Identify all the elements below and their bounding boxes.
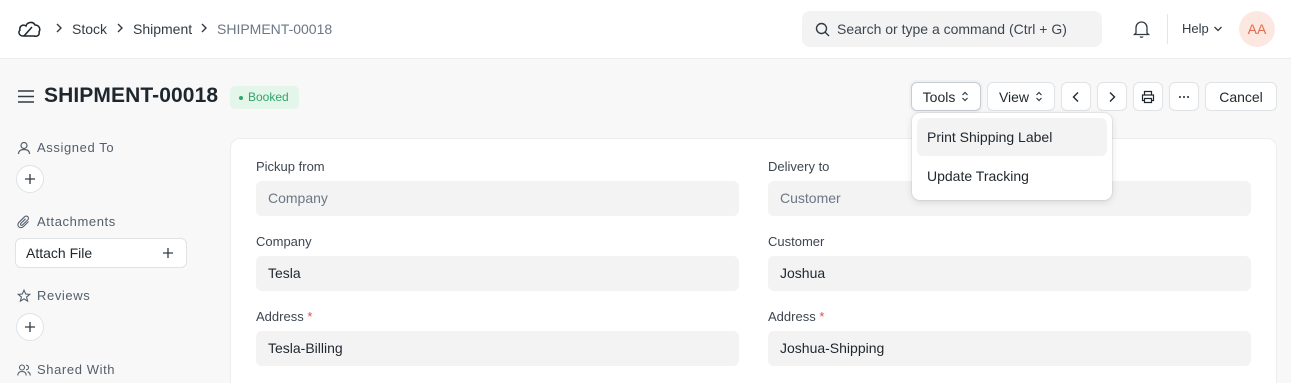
star-icon bbox=[17, 289, 31, 303]
plus-icon bbox=[163, 248, 173, 258]
add-review-button[interactable] bbox=[16, 313, 44, 341]
page-title: SHIPMENT-00018 bbox=[44, 84, 219, 107]
plus-icon bbox=[25, 174, 35, 184]
attachments-label: Attachments bbox=[37, 214, 116, 229]
navbar: Stock Shipment SHIPMENT-00018 Help AA bbox=[0, 0, 1291, 59]
required-mark: * bbox=[307, 309, 313, 324]
select-arrows-icon bbox=[962, 91, 969, 102]
plus-icon bbox=[25, 322, 35, 332]
view-button[interactable]: View bbox=[987, 82, 1055, 111]
company-field[interactable]: Tesla bbox=[256, 256, 739, 291]
reviews-label: Reviews bbox=[37, 288, 91, 303]
add-assignee-button[interactable] bbox=[16, 165, 44, 193]
pickup-from-label: Pickup from bbox=[256, 159, 325, 174]
previous-record-button[interactable] bbox=[1061, 82, 1091, 111]
required-mark: * bbox=[819, 309, 825, 324]
more-horizontal-icon bbox=[1179, 95, 1189, 98]
breadcrumb-current[interactable]: SHIPMENT-00018 bbox=[217, 21, 332, 37]
printer-icon bbox=[1141, 90, 1155, 103]
chevron-down-icon[interactable] bbox=[1213, 25, 1223, 33]
paperclip-icon bbox=[17, 215, 29, 229]
pickup-address-label-text: Address bbox=[256, 309, 304, 324]
delivery-address-field[interactable]: Joshua-Shipping bbox=[768, 331, 1251, 366]
cancel-button-label: Cancel bbox=[1219, 88, 1263, 105]
chevron-right-icon bbox=[56, 23, 62, 33]
notification-bell-icon[interactable] bbox=[1132, 19, 1151, 39]
search-input[interactable] bbox=[837, 11, 1092, 47]
attach-file-label: Attach File bbox=[26, 245, 93, 261]
company-label: Company bbox=[256, 234, 312, 249]
users-icon bbox=[17, 364, 31, 376]
pickup-address-field[interactable]: Tesla-Billing bbox=[256, 331, 739, 366]
customer-field[interactable]: Joshua bbox=[768, 256, 1251, 291]
more-actions-button[interactable] bbox=[1169, 82, 1199, 111]
status-badge: Booked bbox=[230, 86, 299, 109]
user-avatar[interactable]: AA bbox=[1239, 11, 1275, 47]
tools-button[interactable]: Tools bbox=[911, 82, 981, 111]
menu-item-print-shipping-label[interactable]: Print Shipping Label bbox=[917, 118, 1107, 156]
view-button-label: View bbox=[998, 88, 1030, 105]
chevron-left-icon bbox=[1072, 91, 1079, 102]
delivery-address-label-text: Address bbox=[768, 309, 816, 324]
pickup-from-select[interactable]: Company bbox=[256, 181, 739, 216]
assigned-to-label: Assigned To bbox=[37, 140, 115, 155]
user-icon bbox=[17, 141, 31, 155]
print-button[interactable] bbox=[1133, 82, 1163, 111]
pickup-address-label: Address * bbox=[256, 309, 312, 324]
shared-with-label: Shared With bbox=[37, 362, 116, 377]
chevron-right-icon bbox=[201, 23, 207, 33]
app-logo-icon[interactable] bbox=[17, 18, 41, 40]
chevron-right-icon bbox=[1109, 91, 1116, 102]
navbar-divider bbox=[1167, 14, 1168, 44]
chevron-right-icon bbox=[117, 23, 123, 33]
next-record-button[interactable] bbox=[1097, 82, 1127, 111]
customer-label: Customer bbox=[768, 234, 825, 249]
search-icon bbox=[815, 22, 830, 37]
help-menu[interactable]: Help bbox=[1182, 21, 1209, 36]
breadcrumb-shipment[interactable]: Shipment bbox=[133, 21, 192, 37]
breadcrumb-stock[interactable]: Stock bbox=[72, 21, 107, 37]
menu-item-update-tracking[interactable]: Update Tracking bbox=[917, 157, 1107, 195]
tools-dropdown-menu: Print Shipping Label Update Tracking bbox=[912, 113, 1112, 200]
tools-button-label: Tools bbox=[922, 88, 956, 105]
delivery-to-label: Delivery to bbox=[768, 159, 830, 174]
attach-file-button[interactable]: Attach File bbox=[15, 238, 187, 268]
sidebar-toggle-icon[interactable] bbox=[17, 89, 35, 104]
select-arrows-icon bbox=[1036, 91, 1042, 102]
search-bar[interactable] bbox=[802, 11, 1102, 47]
delivery-address-label: Address * bbox=[768, 309, 824, 324]
cancel-button[interactable]: Cancel bbox=[1205, 82, 1277, 111]
